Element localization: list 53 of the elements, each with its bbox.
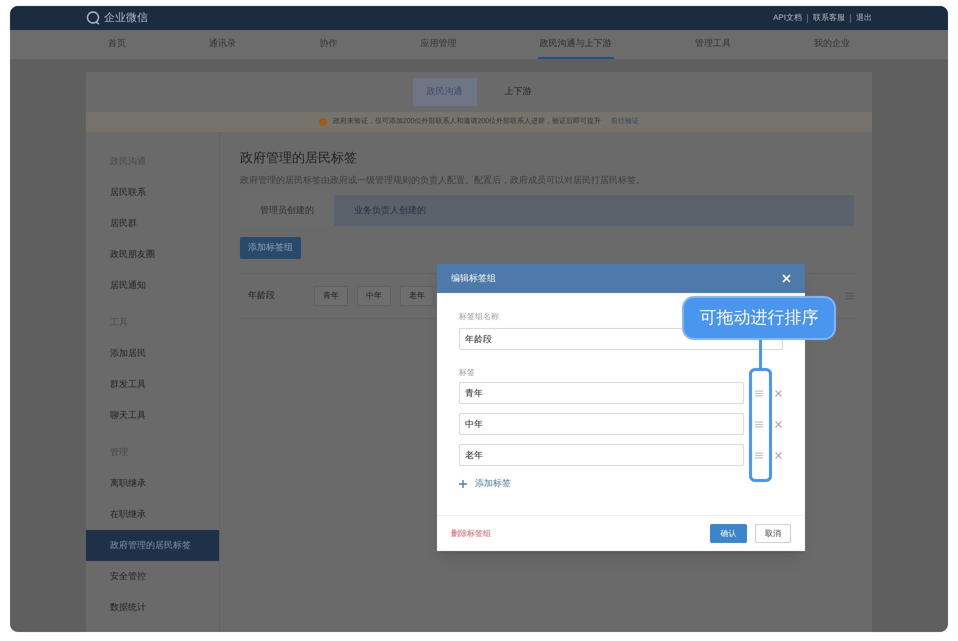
sidebar-item[interactable]: 在职继承: [86, 499, 219, 530]
nav-tab[interactable]: 通讯录: [207, 30, 238, 59]
sidebar-item[interactable]: 政府管理的居民标签: [86, 530, 219, 561]
cancel-button[interactable]: 取消: [755, 524, 791, 543]
tag-chip: 老年: [400, 286, 434, 306]
delete-group-link[interactable]: 删除标签组: [451, 528, 491, 540]
nav-tab[interactable]: 首页: [106, 30, 128, 59]
nav-tab[interactable]: 政民沟通与上下游: [538, 30, 614, 59]
sidebar-item[interactable]: 安全管控: [86, 561, 219, 592]
callout-tooltip: 可拖动进行排序: [682, 296, 836, 340]
add-tag-group-button[interactable]: 添加标签组: [240, 237, 301, 259]
tag-input[interactable]: 中年: [459, 413, 744, 435]
sidebar-item[interactable]: 居民通知: [86, 270, 219, 301]
close-icon[interactable]: [782, 274, 791, 283]
remove-icon[interactable]: [775, 420, 782, 428]
add-tag-link[interactable]: 添加标签: [459, 477, 511, 490]
header-link[interactable]: 退出: [856, 12, 872, 24]
logo-text: 企业微信: [104, 10, 148, 26]
sidebar-item[interactable]: 居民群: [86, 208, 219, 239]
modal-title: 编辑标签组: [451, 272, 496, 285]
tag-chip: 青年: [314, 286, 348, 306]
sub-tab[interactable]: 上下游: [490, 78, 546, 106]
header-link[interactable]: API文档: [773, 12, 802, 24]
nav-tab[interactable]: 管理工具: [692, 30, 733, 59]
drag-handle-icon[interactable]: [755, 452, 763, 458]
leader-line: [759, 340, 762, 368]
nav-tab[interactable]: 协作: [317, 30, 340, 59]
sidebar-item[interactable]: 离职继承: [86, 468, 219, 499]
header-link[interactable]: 联系客服: [813, 12, 845, 24]
plus-icon: [459, 480, 467, 488]
tag-input[interactable]: 青年: [459, 382, 744, 404]
page-title: 政府管理的居民标签: [240, 149, 358, 167]
drag-handle-icon[interactable]: [755, 420, 763, 428]
nav-tab[interactable]: 我的企业: [812, 30, 852, 59]
sidebar-item[interactable]: 群发工具: [86, 369, 219, 400]
sidebar-item[interactable]: 数据统计: [86, 592, 219, 623]
field-label: 标签: [459, 367, 475, 379]
content-tab[interactable]: 管理员创建的: [240, 195, 334, 226]
row-label: 年龄段: [248, 289, 276, 302]
sidebar-item[interactable]: 居民联系: [86, 177, 219, 208]
sidebar-item[interactable]: 添加居民: [86, 338, 219, 369]
chat-bubble-icon: [86, 11, 101, 25]
drag-handle-icon[interactable]: [755, 390, 763, 396]
tag-input[interactable]: 老年: [459, 444, 744, 466]
sidebar-item[interactable]: 政民朋友圈: [86, 239, 219, 270]
field-label: 标签组名称: [459, 311, 499, 323]
nav-tab[interactable]: 应用管理: [418, 30, 458, 59]
remove-icon[interactable]: [775, 452, 782, 458]
tag-chip: 中年: [357, 286, 391, 306]
sidebar-item[interactable]: 聊天工具: [86, 400, 219, 431]
remove-icon[interactable]: [775, 390, 782, 396]
confirm-button[interactable]: 确认: [710, 524, 747, 543]
warning-icon: [318, 118, 327, 126]
